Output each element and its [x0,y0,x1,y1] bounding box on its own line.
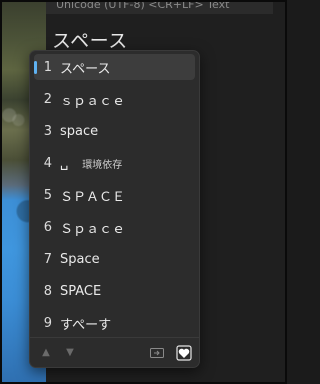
candidate-number: 4 [43,155,52,171]
candidate-text: スペース [60,61,111,77]
candidate-text: space [60,123,99,139]
candidate-text: ＳＰＡＣＥ [60,189,126,205]
expand-table-icon[interactable] [149,345,165,361]
status-bar: Unicode (UTF-8) <CR+LF> Text [46,0,273,14]
candidate-number: 5 [43,187,52,203]
candidate-item[interactable]: 6 Ｓｐａｃｅ [34,214,195,240]
footer-divider [30,337,199,338]
candidate-text: Ｓｐａｃｅ [60,221,126,237]
candidate-item[interactable]: 8 SPACE [34,278,195,304]
candidate-item[interactable]: 7 Space [34,246,195,272]
candidate-item[interactable]: 4 ␣ 環境依存 [34,150,195,176]
composition-text: スペース [52,30,128,52]
candidate-item[interactable]: 3 space [34,118,195,144]
candidate-note: 環境依存 [82,159,123,171]
candidate-number: 7 [43,251,52,267]
candidate-text: ｓｐａｃｅ [60,93,126,109]
candidate-item[interactable]: 1 スペース [34,54,195,80]
triangle-down-icon[interactable]: ▼ [64,347,76,359]
candidate-item[interactable]: 2 ｓｐａｃｅ [34,86,195,112]
heart-icon[interactable] [176,345,192,361]
candidate-number: 3 [43,123,52,139]
candidate-number: 9 [43,315,52,331]
candidate-text: SPACE [60,283,102,299]
candidate-text: ␣ [60,155,69,171]
candidate-item[interactable]: 9 すぺーす [34,310,195,336]
candidate-number: 8 [43,283,52,299]
candidate-item[interactable]: 5 ＳＰＡＣＥ [34,182,195,208]
candidate-text: すぺーす [60,317,112,333]
triangle-up-icon[interactable]: ▲ [40,347,52,359]
candidate-number: 2 [43,91,52,107]
candidate-text: Space [60,251,100,267]
selection-indicator [34,61,37,74]
ime-candidate-window: 1 スペース 2 ｓｐａｃｅ 3 space 4 ␣ 環境依存 5 ＳＰＡＣＥ 6 Ｓｐａｃｅ 7 Spac… [29,50,200,368]
candidate-number: 6 [43,219,52,235]
